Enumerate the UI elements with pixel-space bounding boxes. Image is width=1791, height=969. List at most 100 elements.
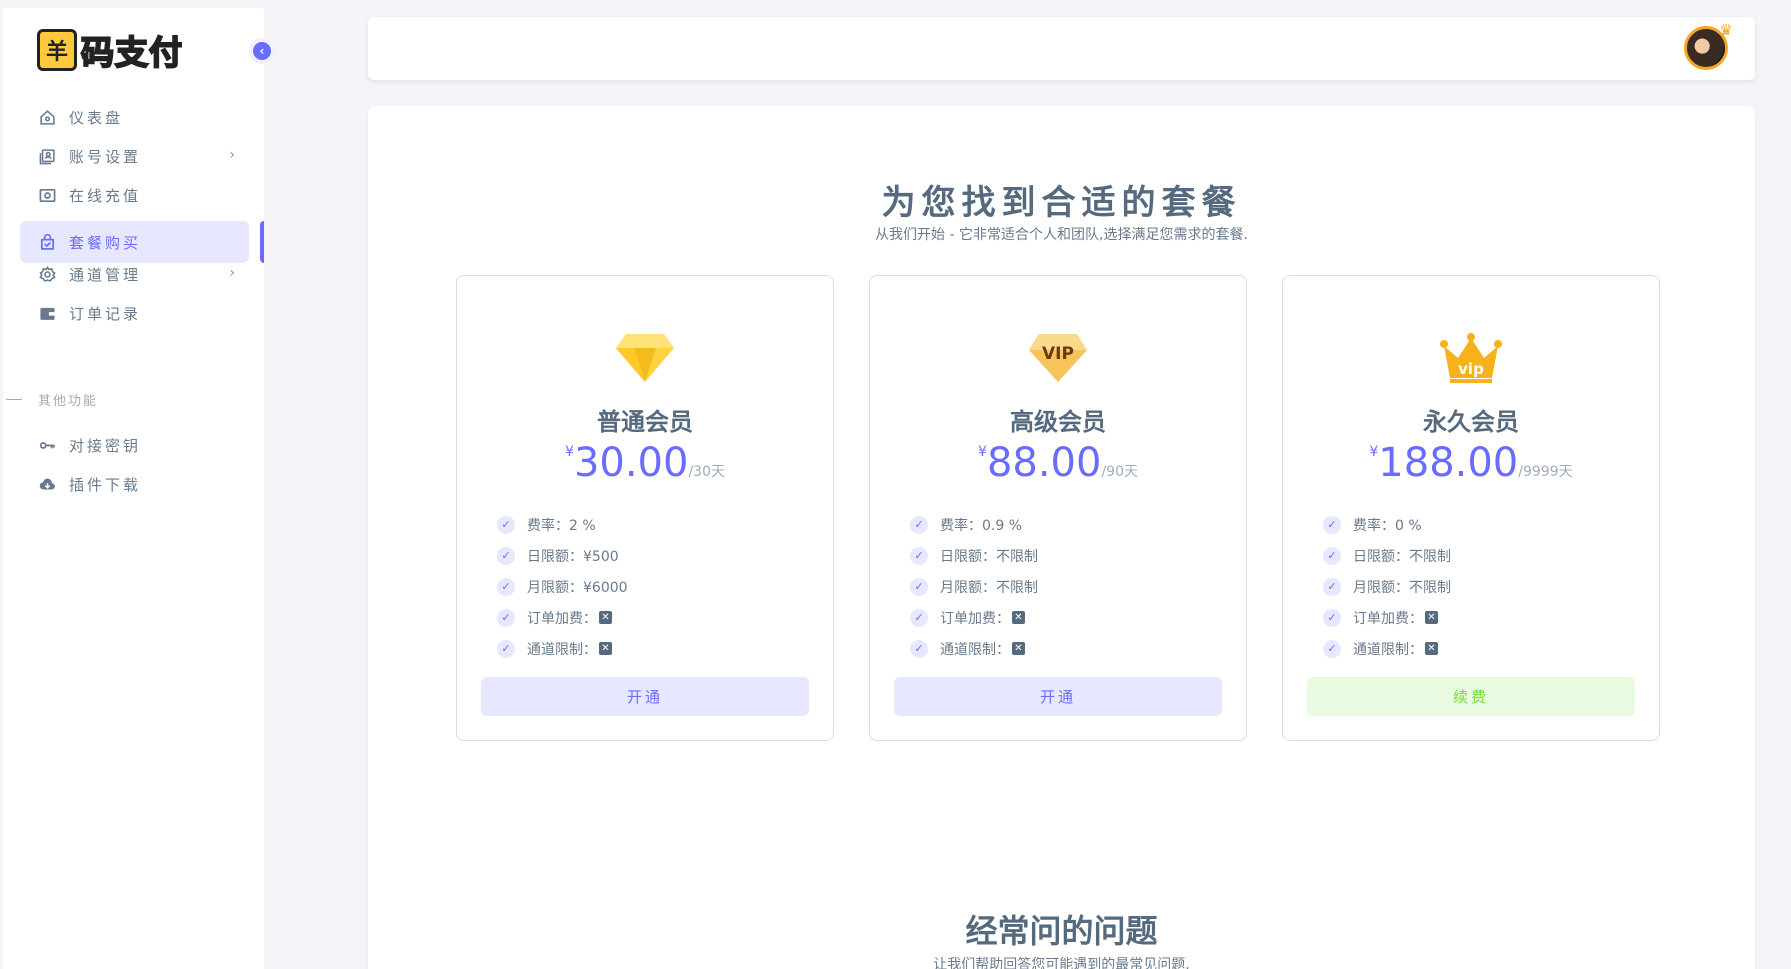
feature-text: 日限额：不限制	[940, 548, 1038, 565]
feature-text: 订单加费：	[1353, 610, 1423, 627]
feature-text: 日限额：不限制	[1353, 548, 1451, 565]
sidebar-collapse-button[interactable]: ‹	[249, 38, 275, 64]
check-icon: ✓	[1323, 639, 1341, 658]
feature-item: ✓ 订单加费： ✕	[497, 602, 628, 633]
logo-mark: 羊	[37, 28, 77, 71]
feature-list: ✓ 费率：2 % ✓ 日限额：¥500 ✓ 月限额：¥6000 ✓ 订单加费： ✕ ✓ 通道…	[497, 509, 628, 664]
home-icon	[38, 108, 57, 127]
price-period: /9999天	[1518, 464, 1573, 480]
plan-name: 永久会员	[1423, 408, 1519, 436]
money-icon	[38, 186, 57, 205]
price-amount: 188.00	[1378, 440, 1519, 486]
feature-text: 日限额：¥500	[527, 548, 619, 565]
shopping-bag-icon	[38, 233, 57, 252]
feature-list: ✓ 费率：0 % ✓ 日限额：不限制 ✓ 月限额：不限制 ✓ 订单加费： ✕ ✓ 通道限制：…	[1323, 509, 1451, 664]
check-icon: ✓	[910, 546, 928, 565]
check-icon: ✓	[497, 608, 515, 627]
sidebar-item-dashboard[interactable]: 仪表盘	[20, 96, 249, 138]
section-divider	[6, 399, 22, 400]
feature-item: ✓ 日限额：¥500	[497, 540, 628, 571]
plan-price: ¥30.00/30天	[457, 440, 833, 486]
pricing-title: 为您找到合适的套餐	[881, 183, 1242, 223]
check-icon: ✓	[497, 515, 515, 534]
chevron-left-icon: ‹	[259, 44, 265, 58]
currency-symbol: ¥	[978, 444, 987, 460]
plan-card-lifetime: vip 永久会员 ¥188.00/9999天 ✓ 费率：0 % ✓ 日限额：不限制 …	[1282, 275, 1660, 741]
sidebar-item-api-keys[interactable]: 对接密钥	[20, 424, 249, 466]
check-icon: ✓	[910, 639, 928, 658]
price-amount: 30.00	[573, 440, 689, 486]
feature-item: ✓ 日限额：不限制	[1323, 540, 1451, 571]
feature-text: 通道限制：	[527, 641, 597, 658]
feature-text: 月限额：不限制	[940, 579, 1038, 596]
sidebar: 羊 码支付 仪表盘 账号设置 › 在线充值 套餐购买 通道管理 › 订单记录 其…	[3, 8, 264, 969]
plan-price: ¥188.00/9999天	[1283, 440, 1659, 486]
sidebar-item-label: 对接密钥	[69, 436, 142, 455]
logo-text: 码支付	[80, 32, 183, 73]
feature-item: ✓ 订单加费： ✕	[1323, 602, 1451, 633]
sidebar-item-account-settings[interactable]: 账号设置 ›	[20, 135, 249, 177]
sidebar-item-label: 在线充值	[69, 186, 142, 205]
sidebar-item-channel-management[interactable]: 通道管理 ›	[20, 253, 249, 295]
gear-icon	[38, 265, 57, 284]
feature-text: 订单加费：	[940, 610, 1010, 627]
sidebar-item-order-records[interactable]: 订单记录	[20, 292, 249, 334]
sidebar-item-label: 通道管理	[69, 265, 142, 284]
sidebar-item-plugin-download[interactable]: 插件下载	[20, 463, 249, 505]
cross-box-icon: ✕	[599, 611, 612, 624]
brand-logo[interactable]: 羊 码支付	[37, 27, 183, 73]
feature-text: 通道限制：	[1353, 641, 1423, 658]
feature-item: ✓ 月限额：¥6000	[497, 571, 628, 602]
wallet-icon	[38, 304, 57, 323]
sidebar-item-label: 订单记录	[69, 304, 142, 323]
faq-title: 经常问的问题	[965, 912, 1158, 950]
check-icon: ✓	[1323, 577, 1341, 596]
check-icon: ✓	[1323, 608, 1341, 627]
feature-list: ✓ 费率：0.9 % ✓ 日限额：不限制 ✓ 月限额：不限制 ✓ 订单加费： ✕ ✓ 通道限…	[910, 509, 1038, 664]
plan-price: ¥88.00/90天	[870, 440, 1246, 486]
plan-card-basic: 普通会员 ¥30.00/30天 ✓ 费率：2 % ✓ 日限额：¥500 ✓ 月限额：¥…	[456, 275, 834, 741]
check-icon: ✓	[497, 577, 515, 596]
plan-renew-button[interactable]: 续费	[1307, 677, 1635, 716]
check-icon: ✓	[497, 639, 515, 658]
cross-box-icon: ✕	[1425, 642, 1438, 655]
price-amount: 88.00	[986, 440, 1102, 486]
diamond-icon	[616, 334, 674, 382]
feature-item: ✓ 费率：2 %	[497, 509, 628, 540]
key-icon	[38, 436, 57, 455]
active-indicator	[260, 221, 264, 263]
sidebar-item-label: 插件下载	[69, 475, 142, 494]
feature-item: ✓ 通道限制： ✕	[910, 633, 1038, 664]
cross-box-icon: ✕	[1012, 642, 1025, 655]
menu-section-header: 其他功能	[38, 394, 99, 409]
currency-symbol: ¥	[1369, 444, 1379, 460]
crown-icon: ♛	[1719, 21, 1733, 39]
pricing-subtitle: 从我们开始 - 它非常适合个人和团队,选择满足您需求的套餐.	[875, 227, 1248, 243]
price-period: /90天	[1101, 464, 1138, 480]
cross-box-icon: ✕	[1425, 611, 1438, 624]
price-period: /30天	[688, 464, 725, 480]
cloud-download-icon	[38, 475, 57, 494]
cross-box-icon: ✕	[1012, 611, 1025, 624]
sidebar-item-online-recharge[interactable]: 在线充值	[20, 174, 249, 216]
svg-text:vip: vip	[1458, 360, 1484, 378]
check-icon: ✓	[497, 546, 515, 565]
plan-name: 高级会员	[1010, 408, 1106, 436]
plan-activate-button[interactable]: 开通	[894, 677, 1222, 716]
feature-text: 费率：2 %	[527, 517, 596, 534]
plan-activate-button[interactable]: 开通	[481, 677, 809, 716]
vip-badge-icon: VIP	[1029, 334, 1087, 382]
feature-item: ✓ 费率：0.9 %	[910, 509, 1038, 540]
feature-text: 订单加费：	[527, 610, 597, 627]
check-icon: ✓	[910, 608, 928, 627]
plan-card-advanced: VIP 高级会员 ¥88.00/90天 ✓ 费率：0.9 % ✓ 日限额：不限制 ✓…	[869, 275, 1247, 741]
check-icon: ✓	[1323, 515, 1341, 534]
feature-item: ✓ 月限额：不限制	[910, 571, 1038, 602]
check-icon: ✓	[1323, 546, 1341, 565]
user-card-icon	[38, 147, 57, 166]
check-icon: ✓	[910, 515, 928, 534]
chevron-right-icon: ›	[229, 147, 235, 163]
feature-item: ✓ 订单加费： ✕	[910, 602, 1038, 633]
feature-text: 费率：0 %	[1353, 517, 1422, 534]
faq-subtitle: 让我们帮助回答您可能遇到的最常见问题.	[933, 957, 1190, 969]
